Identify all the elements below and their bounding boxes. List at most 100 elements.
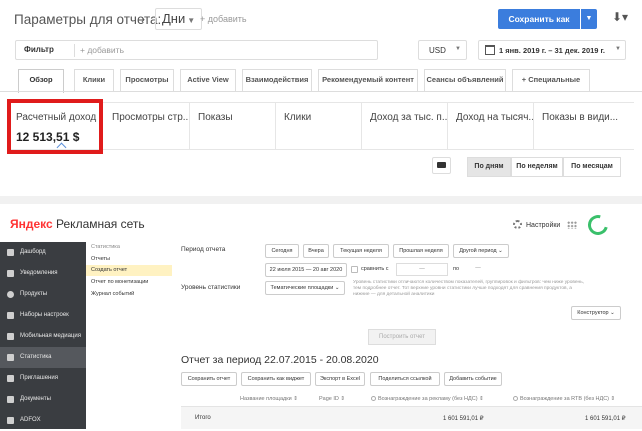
apps-grid-icon[interactable] [567,221,577,229]
tab-interactions[interactable]: Взаимодействия [242,69,312,91]
tab-views[interactable]: Просмотры [120,69,174,91]
bell-icon [7,270,14,277]
metric-clicks[interactable]: Клики [276,103,362,149]
metric-impressions[interactable]: Показы [190,103,276,149]
submenu-reports[interactable]: Отчеты [86,254,172,265]
sidebar-item-mediation[interactable]: Мобильная медиация [0,326,86,347]
metric-page-views[interactable]: Просмотры стр... [104,103,190,149]
metric-rpm-page[interactable]: Доход за тыс. п... [362,103,448,149]
compare-from-input[interactable]: — [396,263,448,276]
currency-value: USD [429,46,446,55]
compare-checkbox[interactable] [351,266,358,273]
build-report-button[interactable]: Построить отчет [368,329,436,345]
stat-level-dropdown[interactable]: Тематические площадки ⌄ [265,281,345,295]
settings-link[interactable]: Настройки [513,220,560,229]
save-widget-button[interactable]: Сохранить как виджет [241,372,311,386]
sidebar-item-label: Статистика [20,354,52,360]
save-as-button[interactable]: Сохранить как [498,9,580,29]
add-dimension-link[interactable]: + добавить [200,14,247,24]
metric-rpm-thousand[interactable]: Доход на тысяч... [448,103,534,149]
download-icon[interactable]: ⬇▾ [612,10,628,24]
col-rtb-reward[interactable]: Вознаграждение за RTB (без НДС) ⇕ [513,396,615,402]
help-icon [513,396,518,401]
sidebar-item-label: Документы [20,396,51,402]
sidebar-item-label: ADFOX [20,417,41,423]
metric-label: Клики [284,112,312,123]
col-ad-reward[interactable]: Вознаграждение за рекламу (без НДС) ⇕ [371,396,484,402]
granularity-daily[interactable]: По дням [467,157,511,177]
statistics-submenu: Статистика Отчеты Создать отчет Отчет по… [86,242,172,312]
yandex-logo[interactable]: Яндекс Рекламная сеть [10,217,145,231]
metric-label: Доход на тысяч... [456,112,534,123]
submenu-create-report[interactable]: Создать отчет [86,265,172,276]
metric-label: Показы [198,112,233,123]
save-report-button[interactable]: Сохранить отчет [181,372,237,386]
chevron-right-icon: › [141,12,145,26]
constructor-button[interactable]: Конструктор ⌄ [571,306,621,320]
export-excel-button[interactable]: Экспорт в Excel [315,372,365,386]
period-current-week-button[interactable]: Текущая неделя [333,244,389,258]
gear-icon [513,220,522,229]
sidebar: Дашборд Уведомления Продукты Наборы наст… [0,242,86,429]
caret-down-icon: ▼ [455,46,461,52]
date-range-input[interactable]: 22 июля 2015 — 20 авг 2020 [265,263,347,277]
table-row: Итого 1 601 591,01 ₽ 1 601 591,01 ₽ [181,407,642,429]
submenu-monetization-report[interactable]: Отчет по монетизации [86,277,172,288]
period-last-week-button[interactable]: Прошлая неделя [393,244,449,258]
submenu-event-log[interactable]: Журнал событий [86,289,172,300]
tab-ad-sessions[interactable]: Сеансы объявлений [424,69,506,91]
compare-label: сравнить с [361,266,389,272]
tab-active-view[interactable]: Active View [180,69,236,91]
sidebar-item-documents[interactable]: Документы [0,389,86,410]
report-params-title: Параметры для отчета: [14,12,162,27]
col-page-id[interactable]: Page ID ⇕ [319,396,345,402]
filter-label: Фильтр [24,45,54,54]
sidebar-item-invitations[interactable]: Приглашения [0,368,86,389]
settings-set-icon [7,312,14,319]
save-as-dropdown-icon[interactable]: ▼ [581,9,597,29]
period-today-button[interactable]: Сегодня [265,244,299,258]
period-other-dropdown[interactable]: Другой период ⌄ [453,244,509,258]
sidebar-item-dashboard[interactable]: Дашборд [0,242,86,263]
report-title: Отчет за период 22.07.2015 - 20.08.2020 [181,354,379,366]
sidebar-item-notifications[interactable]: Уведомления [0,263,86,284]
submenu-heading: Статистика [91,244,120,250]
add-event-button[interactable]: Добавить событие [444,372,502,386]
tab-clicks[interactable]: Клики [74,69,114,91]
share-link-button[interactable]: Поделиться ссылкой [370,372,440,386]
filter-add-placeholder[interactable]: + добавить [80,45,124,55]
sidebar-item-setting-sets[interactable]: Наборы настроек [0,305,86,326]
period-select[interactable]: Дни ▼ [155,8,203,30]
tab-custom[interactable]: + Специальные [512,69,590,91]
granularity-monthly[interactable]: По месяцам [563,157,621,177]
sidebar-item-adfox[interactable]: ADFOX [0,410,86,431]
compare-to-label: по [453,266,460,272]
sidebar-item-label: Продукты [20,291,48,297]
col-site-name[interactable]: Название площадки ⇕ [240,396,298,402]
period-label: Период отчета [181,246,226,253]
tab-recommended-content[interactable]: Рекомендуемый контент [318,69,418,91]
sidebar-item-products[interactable]: Продукты [0,284,86,305]
compare-to-input[interactable]: — [466,263,490,276]
date-range-select[interactable]: 1 янв. 2019 г. – 31 дек. 2019 г. ▼ [478,40,626,60]
stats-icon [7,354,14,361]
granularity-weekly[interactable]: По неделям [511,157,563,177]
annotation-button[interactable] [432,157,451,174]
yandex-ad-network-panel: Яндекс Рекламная сеть Настройки Дашборд … [0,204,642,429]
metric-label: Показы в види... [542,112,619,123]
sidebar-item-statistics[interactable]: Статистика [0,347,86,368]
col-ad-reward-label: Вознаграждение за рекламу (без НДС) ⇕ [378,396,484,402]
logo-brand: Яндекс [10,217,53,231]
account-avatar-icon[interactable] [584,211,612,239]
date-range-value: 1 янв. 2019 г. – 31 дек. 2019 г. [499,46,606,55]
currency-select[interactable]: USD ▼ [418,40,467,60]
caret-down-icon: ▼ [187,16,196,25]
tab-overview[interactable]: Обзор [18,69,64,93]
metric-estimated-revenue[interactable]: Расчетный доход 12 513,51 $ [8,103,104,149]
tabs-divider [0,91,642,92]
filter-field[interactable]: Фильтр + добавить [15,40,378,60]
adsense-report-panel: Параметры для отчета: › Дни ▼ + добавить … [0,0,642,196]
period-yesterday-button[interactable]: Вчера [303,244,329,258]
metric-viewable-impressions[interactable]: Показы в види... [534,103,634,149]
col-rtb-reward-label: Вознаграждение за RTB (без НДС) ⇕ [520,396,616,402]
